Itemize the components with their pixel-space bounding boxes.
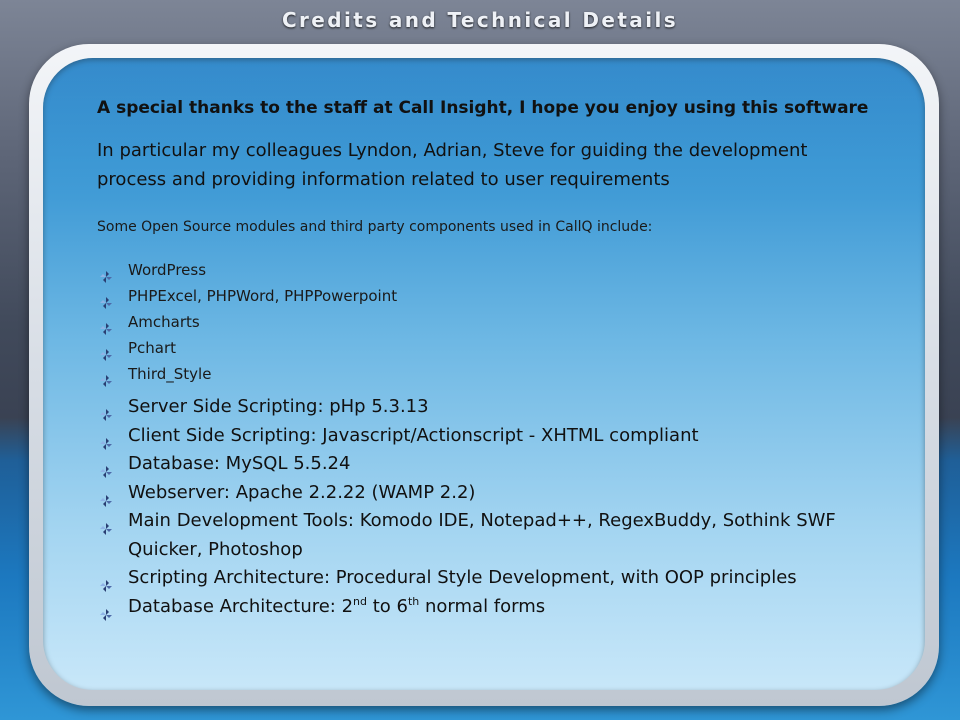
- pinwheel-bullet-icon: [100, 488, 112, 507]
- tech-list: Server Side Scripting: pHp 5.3.13 Client…: [97, 393, 897, 621]
- list-item: Database Architecture: 2nd to 6th normal…: [97, 593, 897, 622]
- pinwheel-bullet-icon: [100, 343, 112, 361]
- list-item: Main Development Tools: Komodo IDE, Note…: [97, 507, 897, 564]
- pinwheel-bullet-icon: [100, 317, 112, 335]
- pinwheel-bullet-icon: [100, 431, 112, 450]
- pinwheel-bullet-icon: [100, 291, 112, 309]
- list-item: Client Side Scripting: Javascript/Action…: [97, 422, 897, 451]
- pinwheel-bullet-icon: [100, 602, 112, 621]
- pinwheel-bullet-icon: [100, 402, 112, 421]
- modules-list: WordPress PHPExcel, PHPWord, PHPPowerpoi…: [97, 257, 897, 387]
- list-item: Scripting Architecture: Procedural Style…: [97, 564, 897, 593]
- list-item: Third_Style: [97, 361, 897, 387]
- credits-content: A special thanks to the staff at Call In…: [97, 96, 897, 621]
- list-item: Database: MySQL 5.5.24: [97, 450, 897, 479]
- pinwheel-bullet-icon: [100, 369, 112, 387]
- list-item: Pchart: [97, 335, 897, 361]
- modules-intro: Some Open Source modules and third party…: [97, 219, 653, 235]
- list-item: WordPress: [97, 257, 897, 283]
- list-item: PHPExcel, PHPWord, PHPPowerpoint: [97, 283, 897, 309]
- pinwheel-bullet-icon: [100, 459, 112, 478]
- pinwheel-bullet-icon: [100, 516, 112, 535]
- list-item: Server Side Scripting: pHp 5.3.13: [97, 393, 897, 422]
- pinwheel-bullet-icon: [100, 573, 112, 592]
- pinwheel-bullet-icon: [100, 265, 112, 283]
- list-item: Webserver: Apache 2.2.22 (WAMP 2.2): [97, 479, 897, 508]
- list-item: Amcharts: [97, 309, 897, 335]
- colleagues-text: In particular my colleagues Lyndon, Adri…: [97, 140, 808, 190]
- slide-title: Credits and Technical Details: [281, 8, 679, 32]
- thanks-heading: A special thanks to the staff at Call In…: [97, 98, 869, 118]
